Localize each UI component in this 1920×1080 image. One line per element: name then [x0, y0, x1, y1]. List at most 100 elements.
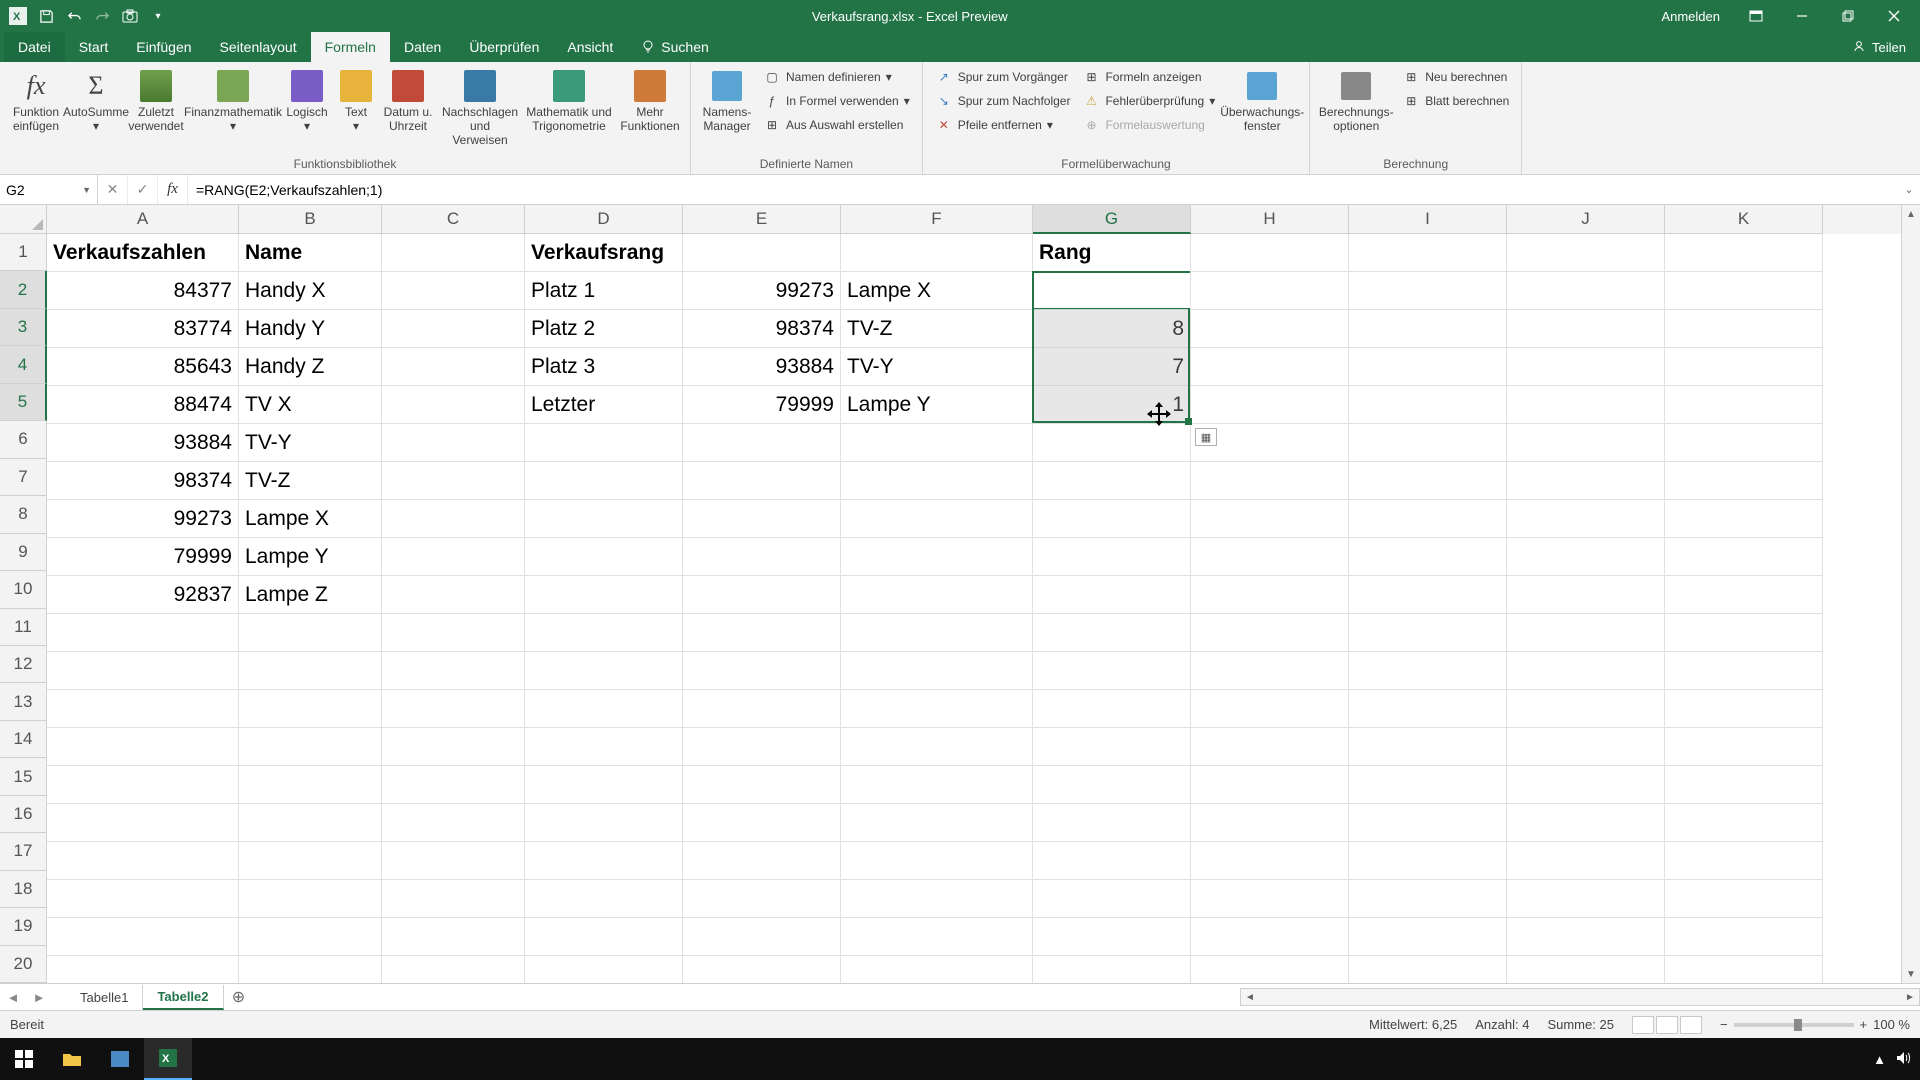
cell-D3[interactable]: Platz 2: [525, 310, 683, 348]
zoom-slider[interactable]: [1734, 1023, 1854, 1027]
close-icon[interactable]: [1872, 1, 1916, 31]
cell-D4[interactable]: Platz 3: [525, 348, 683, 386]
col-header-J[interactable]: J: [1507, 205, 1665, 234]
cells-area[interactable]: VerkaufszahlenNameVerkaufsrangRang84377H…: [47, 234, 1901, 983]
cell-C7[interactable]: [382, 462, 525, 500]
cell-F6[interactable]: [841, 424, 1033, 462]
cell-H19[interactable]: [1191, 918, 1349, 956]
cell-E18[interactable]: [683, 880, 841, 918]
cell-F11[interactable]: [841, 614, 1033, 652]
cell-C15[interactable]: [382, 766, 525, 804]
cell-H1[interactable]: [1191, 234, 1349, 272]
financial-button[interactable]: Finanzmathematik▾: [188, 66, 278, 136]
row-header-17[interactable]: 17: [0, 833, 47, 870]
cell-K9[interactable]: [1665, 538, 1823, 576]
cell-K8[interactable]: [1665, 500, 1823, 538]
minimize-icon[interactable]: [1780, 1, 1824, 31]
cell-F16[interactable]: [841, 804, 1033, 842]
view-normal-button[interactable]: [1632, 1016, 1654, 1034]
cell-G12[interactable]: [1033, 652, 1191, 690]
zoom-in-icon[interactable]: +: [1860, 1017, 1868, 1032]
cell-H2[interactable]: [1191, 272, 1349, 310]
cell-A6[interactable]: 93884: [47, 424, 239, 462]
cell-J8[interactable]: [1507, 500, 1665, 538]
cell-A15[interactable]: [47, 766, 239, 804]
select-all-corner[interactable]: [0, 205, 47, 234]
taskbar-app-icon[interactable]: [96, 1038, 144, 1080]
cell-J11[interactable]: [1507, 614, 1665, 652]
cell-D15[interactable]: [525, 766, 683, 804]
cell-D7[interactable]: [525, 462, 683, 500]
undo-icon[interactable]: [62, 5, 86, 27]
camera-icon[interactable]: [118, 5, 142, 27]
cell-E7[interactable]: [683, 462, 841, 500]
cell-A18[interactable]: [47, 880, 239, 918]
cell-B7[interactable]: TV-Z: [239, 462, 382, 500]
cell-B1[interactable]: Name: [239, 234, 382, 272]
cell-K13[interactable]: [1665, 690, 1823, 728]
row-header-5[interactable]: 5: [0, 384, 47, 421]
cell-G3[interactable]: 8: [1033, 310, 1191, 348]
cell-A16[interactable]: [47, 804, 239, 842]
cell-D14[interactable]: [525, 728, 683, 766]
sheet-tab-tabelle1[interactable]: Tabelle1: [66, 985, 143, 1010]
show-formulas-button[interactable]: ⊞Formeln anzeigen: [1078, 66, 1219, 88]
cell-B19[interactable]: [239, 918, 382, 956]
cell-D13[interactable]: [525, 690, 683, 728]
ribbon-display-options-icon[interactable]: [1734, 1, 1778, 31]
cell-K10[interactable]: [1665, 576, 1823, 614]
logical-button[interactable]: Logisch▾: [282, 66, 332, 136]
cell-J15[interactable]: [1507, 766, 1665, 804]
scroll-up-icon[interactable]: ▲: [1902, 205, 1920, 223]
cell-F5[interactable]: Lampe Y: [841, 386, 1033, 424]
cell-F15[interactable]: [841, 766, 1033, 804]
cell-H8[interactable]: [1191, 500, 1349, 538]
cell-B9[interactable]: Lampe Y: [239, 538, 382, 576]
row-header-13[interactable]: 13: [0, 683, 47, 720]
col-header-K[interactable]: K: [1665, 205, 1823, 234]
cell-I18[interactable]: [1349, 880, 1507, 918]
vertical-scrollbar[interactable]: ▲ ▼: [1901, 205, 1920, 983]
cell-G9[interactable]: [1033, 538, 1191, 576]
cell-F20[interactable]: [841, 956, 1033, 983]
cell-D11[interactable]: [525, 614, 683, 652]
cell-K17[interactable]: [1665, 842, 1823, 880]
cell-B2[interactable]: Handy X: [239, 272, 382, 310]
cell-H17[interactable]: [1191, 842, 1349, 880]
cell-C3[interactable]: [382, 310, 525, 348]
cell-F17[interactable]: [841, 842, 1033, 880]
cell-B12[interactable]: [239, 652, 382, 690]
calc-options-button[interactable]: Berechnungs- optionen: [1318, 66, 1394, 136]
cell-C11[interactable]: [382, 614, 525, 652]
cell-B4[interactable]: Handy Z: [239, 348, 382, 386]
spreadsheet-grid[interactable]: ABCDEFGHIJK 1234567891011121314151617181…: [0, 205, 1901, 983]
row-header-9[interactable]: 9: [0, 534, 47, 571]
cell-C16[interactable]: [382, 804, 525, 842]
cell-J17[interactable]: [1507, 842, 1665, 880]
maximize-icon[interactable]: [1826, 1, 1870, 31]
insert-function-button[interactable]: fx Funktion einfügen: [8, 66, 64, 136]
tab-ueberpruefen[interactable]: Überprüfen: [455, 32, 553, 62]
row-header-14[interactable]: 14: [0, 721, 47, 758]
row-header-4[interactable]: 4: [0, 346, 47, 383]
cell-A19[interactable]: [47, 918, 239, 956]
cell-B3[interactable]: Handy Y: [239, 310, 382, 348]
col-header-C[interactable]: C: [382, 205, 525, 234]
cell-I9[interactable]: [1349, 538, 1507, 576]
cell-J20[interactable]: [1507, 956, 1665, 983]
row-header-6[interactable]: 6: [0, 421, 47, 458]
cell-D16[interactable]: [525, 804, 683, 842]
cell-I1[interactable]: [1349, 234, 1507, 272]
cell-H13[interactable]: [1191, 690, 1349, 728]
start-button[interactable]: [0, 1038, 48, 1080]
cell-E19[interactable]: [683, 918, 841, 956]
cell-F7[interactable]: [841, 462, 1033, 500]
cell-J19[interactable]: [1507, 918, 1665, 956]
cell-I14[interactable]: [1349, 728, 1507, 766]
row-header-3[interactable]: 3: [0, 309, 47, 346]
cell-G15[interactable]: [1033, 766, 1191, 804]
taskbar-excel-icon[interactable]: X: [144, 1038, 192, 1080]
cell-A1[interactable]: Verkaufszahlen: [47, 234, 239, 272]
cell-D6[interactable]: [525, 424, 683, 462]
scroll-down-icon[interactable]: ▼: [1902, 965, 1920, 983]
